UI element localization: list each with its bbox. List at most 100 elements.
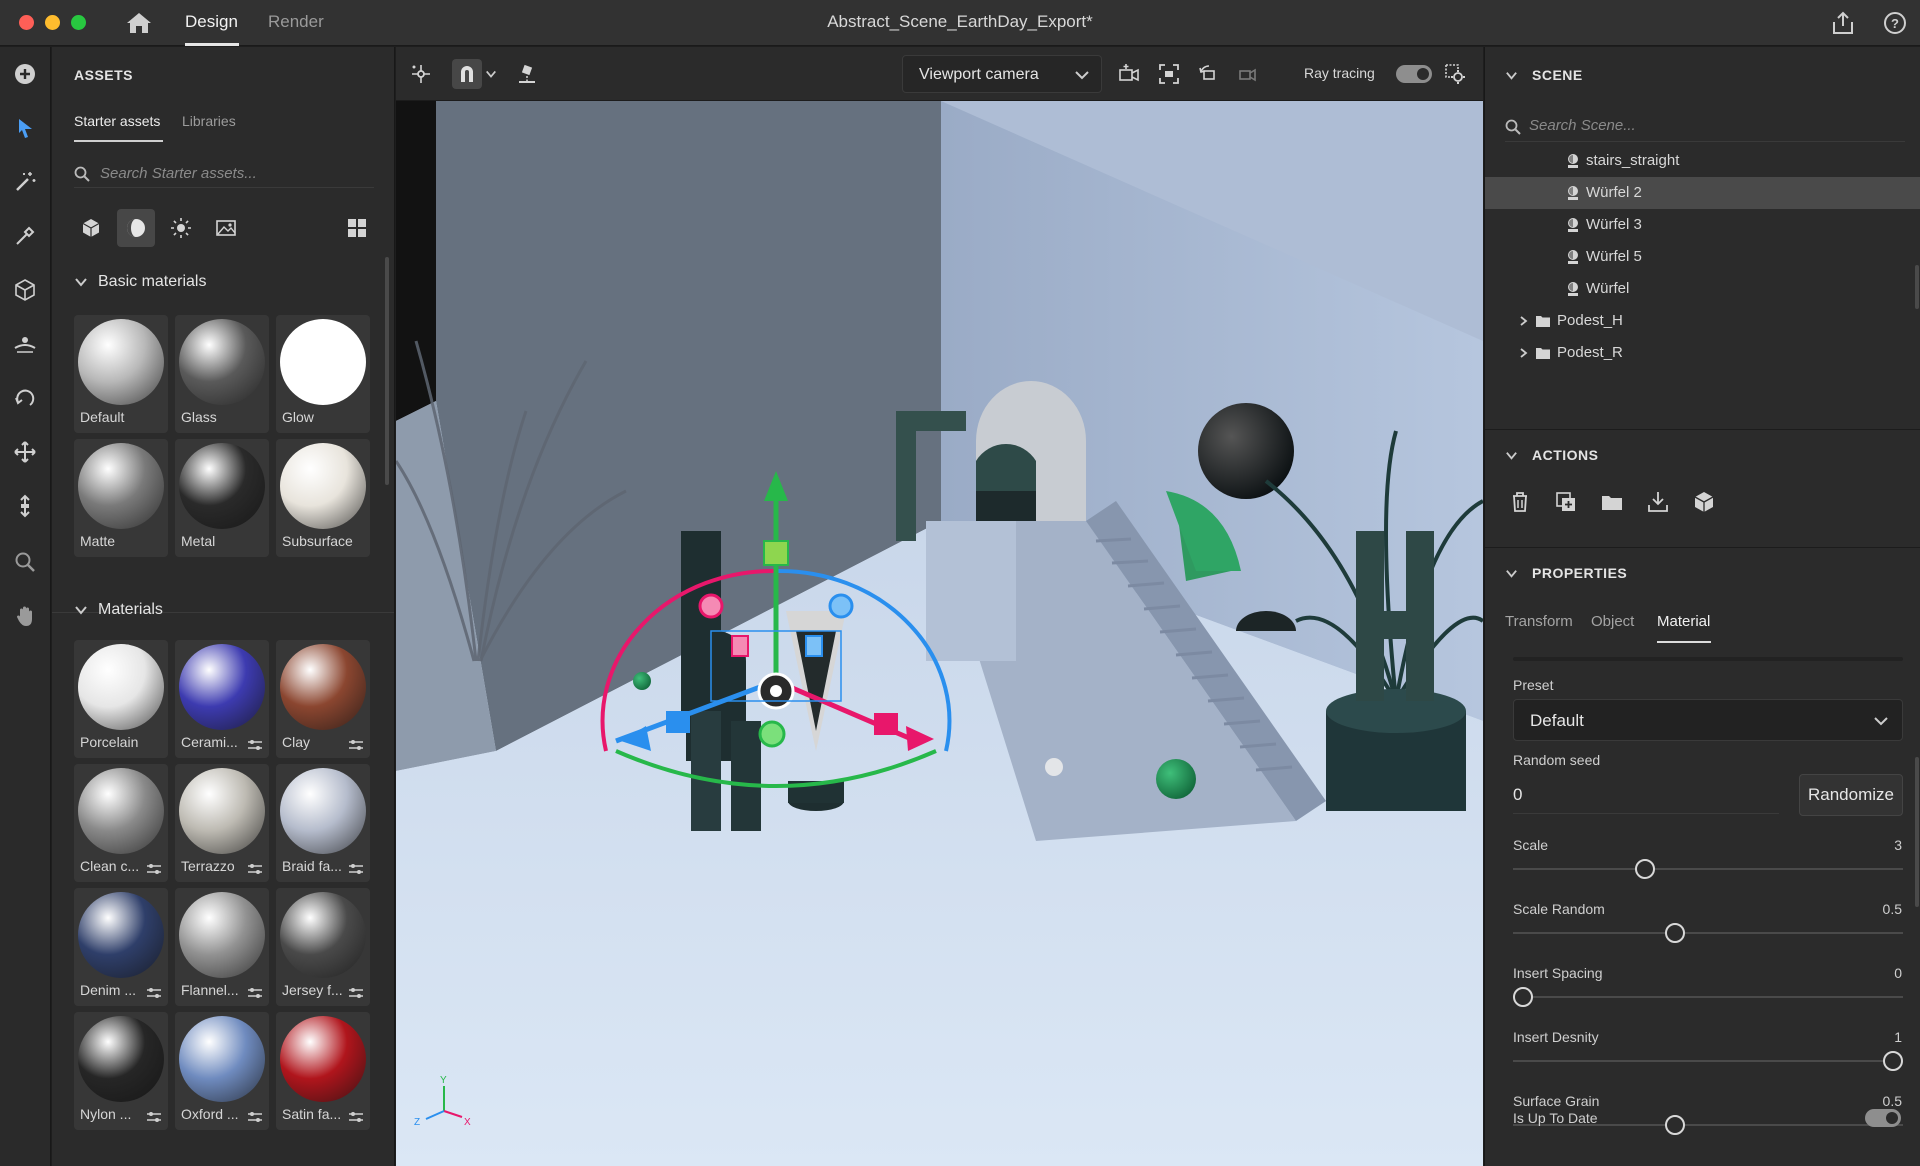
tab-object[interactable]: Object	[1591, 613, 1634, 630]
grid-view-icon[interactable]	[338, 209, 376, 247]
preset-select[interactable]: Default	[1513, 699, 1903, 741]
zoom-icon[interactable]	[12, 549, 38, 575]
material-tile-jersey-f[interactable]: Jersey f...	[276, 888, 370, 1006]
render-settings-icon[interactable]	[1440, 59, 1470, 89]
scene-graph-icon[interactable]	[406, 59, 436, 89]
material-tile-nylon[interactable]: Nylon ...	[74, 1012, 168, 1130]
scene-item-w-rfel-3[interactable]: Würfel 3	[1485, 209, 1920, 241]
material-tile-clay[interactable]: Clay	[276, 640, 370, 758]
light-sun-icon[interactable]	[162, 209, 200, 247]
3d-viewport[interactable]: Y X Z	[396, 101, 1483, 1166]
slider-scale[interactable]	[1513, 858, 1903, 880]
slider-knob[interactable]	[1664, 1115, 1685, 1135]
duplicate-icon[interactable]	[1551, 487, 1581, 517]
material-tile-porcelain[interactable]: Porcelain	[74, 640, 168, 758]
orbit-icon[interactable]	[12, 385, 38, 411]
material-tile-metal[interactable]: Metal	[175, 439, 269, 557]
snap-options-chevron-icon[interactable]	[482, 59, 500, 89]
properties-scrollbar[interactable]	[1915, 757, 1919, 907]
slider-knob[interactable]	[1513, 987, 1533, 1007]
slider-knob[interactable]	[1635, 859, 1656, 879]
assets-scrollbar[interactable]	[385, 257, 389, 485]
slider-knob[interactable]	[1664, 923, 1685, 943]
chevron-right-icon[interactable]	[1517, 347, 1529, 359]
material-tile-clean-c[interactable]: Clean c...	[74, 764, 168, 882]
slider-track[interactable]	[1513, 1060, 1903, 1062]
material-tile-matte[interactable]: Matte	[74, 439, 168, 557]
ray-tracing-toggle[interactable]	[1396, 65, 1432, 83]
camera-select[interactable]: Viewport camera	[902, 55, 1102, 93]
cube-outline-icon[interactable]	[12, 277, 38, 303]
adjust-sliders-icon[interactable]	[146, 986, 162, 1000]
tab-starter-assets[interactable]: Starter assets	[74, 113, 160, 129]
adjust-sliders-icon[interactable]	[348, 986, 364, 1000]
select-pointer-icon[interactable]	[12, 115, 38, 141]
slider-insert-spacing[interactable]	[1513, 986, 1903, 1008]
group-folder-icon[interactable]	[1597, 487, 1627, 517]
adjust-sliders-icon[interactable]	[348, 1110, 364, 1124]
slider-scale-random[interactable]	[1513, 922, 1903, 944]
actions-header[interactable]: ACTIONS	[1505, 447, 1599, 463]
camera-redo-icon[interactable]	[1232, 59, 1262, 89]
cube-icon[interactable]	[72, 209, 110, 247]
scene-scrollbar[interactable]	[1915, 265, 1919, 309]
eyedropper-icon[interactable]	[12, 223, 38, 249]
adjust-sliders-icon[interactable]	[247, 1110, 263, 1124]
slider-knob[interactable]	[1883, 1051, 1903, 1071]
scene-item-podest-h[interactable]: Podest_H	[1485, 305, 1920, 337]
scene-search-input[interactable]	[1529, 114, 1889, 136]
image-icon[interactable]	[207, 209, 245, 247]
camera-undo-icon[interactable]	[1194, 59, 1224, 89]
add-icon[interactable]	[12, 61, 38, 87]
is-up-to-date-toggle[interactable]	[1865, 1109, 1901, 1127]
slider-track[interactable]	[1513, 868, 1903, 870]
material-tile-subsurface[interactable]: Subsurface	[276, 439, 370, 557]
randomize-button[interactable]: Randomize	[1799, 774, 1903, 816]
slider-track[interactable]	[1513, 932, 1903, 934]
random-seed-field[interactable]: 0	[1513, 774, 1779, 814]
tab-transform[interactable]: Transform	[1505, 613, 1573, 630]
dolly-icon[interactable]	[12, 493, 38, 519]
slider-insert-desnity[interactable]	[1513, 1050, 1903, 1072]
material-tile-cerami[interactable]: Cerami...	[175, 640, 269, 758]
scene-item-w-rfel-5[interactable]: Würfel 5	[1485, 241, 1920, 273]
adjust-sliders-icon[interactable]	[146, 1110, 162, 1124]
material-tile-braid-fa[interactable]: Braid fa...	[276, 764, 370, 882]
scene-item-w-rfel-2[interactable]: Würfel 2	[1485, 177, 1920, 209]
material-tile-terrazzo[interactable]: Terrazzo	[175, 764, 269, 882]
adjust-sliders-icon[interactable]	[348, 738, 364, 752]
slider-track[interactable]	[1513, 996, 1903, 998]
help-icon[interactable]: ?	[1883, 11, 1907, 35]
magic-wand-icon[interactable]	[12, 169, 38, 195]
scene-item-stairs-straight[interactable]: stairs_straight	[1485, 145, 1920, 177]
adjust-sliders-icon[interactable]	[247, 862, 263, 876]
scene-item-w-rfel[interactable]: Würfel	[1485, 273, 1920, 305]
adjust-sliders-icon[interactable]	[247, 738, 263, 752]
delete-icon[interactable]	[1505, 487, 1535, 517]
material-tile-oxford[interactable]: Oxford ...	[175, 1012, 269, 1130]
material-tile-denim[interactable]: Denim ...	[74, 888, 168, 1006]
material-tile-satin-fa[interactable]: Satin fa...	[276, 1012, 370, 1130]
drop-to-ground-icon[interactable]	[512, 59, 542, 89]
scene-item-podest-r[interactable]: Podest_R	[1485, 337, 1920, 369]
export-icon[interactable]	[1643, 487, 1673, 517]
material-tile-glow[interactable]: Glow	[276, 315, 370, 433]
hand-pan-icon[interactable]	[12, 603, 38, 629]
material-tile-default[interactable]: Default	[74, 315, 168, 433]
share-icon[interactable]	[1830, 10, 1856, 36]
add-camera-icon[interactable]	[1114, 59, 1144, 89]
adjust-sliders-icon[interactable]	[348, 862, 364, 876]
chevron-right-icon[interactable]	[1517, 315, 1529, 327]
basic-materials-header[interactable]: Basic materials	[74, 273, 206, 291]
materials-header-row[interactable]: Materials	[74, 601, 163, 619]
assets-search-input[interactable]	[100, 162, 370, 184]
material-ball-icon[interactable]	[117, 209, 155, 247]
material-tile-glass[interactable]: Glass	[175, 315, 269, 433]
horizon-plane-icon[interactable]	[12, 331, 38, 357]
package-icon[interactable]	[1689, 487, 1719, 517]
magnet-snap-icon[interactable]	[452, 59, 482, 89]
material-tile-flannel[interactable]: Flannel...	[175, 888, 269, 1006]
adjust-sliders-icon[interactable]	[247, 986, 263, 1000]
adjust-sliders-icon[interactable]	[146, 862, 162, 876]
move-icon[interactable]	[12, 439, 38, 465]
